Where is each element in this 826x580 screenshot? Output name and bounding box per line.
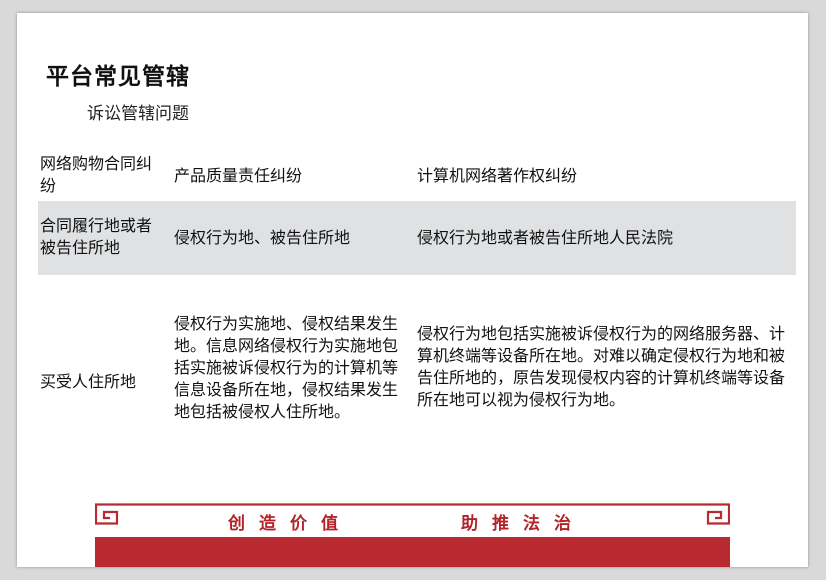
table-row: 买受人住所地 侵权行为实施地、侵权结果发生地。信息网络侵权行为实施地包括实施被诉… <box>38 275 796 475</box>
footer-red-bar <box>95 537 730 567</box>
row-category: 合同履行地或者被告住所地 <box>40 216 153 257</box>
row-jurisdiction-a: 产品质量责任纠纷 <box>174 166 303 185</box>
table-row: 网络购物合同纠纷 产品质量责任纠纷 计算机网络著作权纠纷 <box>38 151 796 201</box>
row-jurisdiction-b: 计算机网络著作权纠纷 <box>417 166 578 185</box>
table-row: 合同履行地或者被告住所地 侵权行为地、被告住所地 侵权行为地或者被告住所地人民法… <box>38 201 796 275</box>
footer-ornament-frame <box>95 503 730 525</box>
row-jurisdiction-b: 侵权行为地包括实施被诉侵权行为的网络服务器、计算机终端等设备所在地。对难以确定侵… <box>417 324 786 409</box>
footer-slogan-right: 助推法治 <box>461 514 585 534</box>
page-title: 平台常见管辖 <box>46 64 190 90</box>
footer-slogan-left: 创造价值 <box>228 514 352 534</box>
row-jurisdiction-b: 侵权行为地或者被告住所地人民法院 <box>417 228 674 247</box>
page-subtitle: 诉讼管辖问题 <box>87 104 189 124</box>
row-jurisdiction-a: 侵权行为实施地、侵权结果发生地。信息网络侵权行为实施地包括实施被诉侵权行为的计算… <box>174 314 399 421</box>
row-category: 买受人住所地 <box>40 372 137 391</box>
slide: 平台常见管辖 诉讼管辖问题 网络购物合同纠纷 产品质量责任纠纷 计算机网络著作权… <box>17 13 808 567</box>
row-category: 网络购物合同纠纷 <box>40 154 153 195</box>
row-jurisdiction-a: 侵权行为地、被告住所地 <box>174 228 351 247</box>
